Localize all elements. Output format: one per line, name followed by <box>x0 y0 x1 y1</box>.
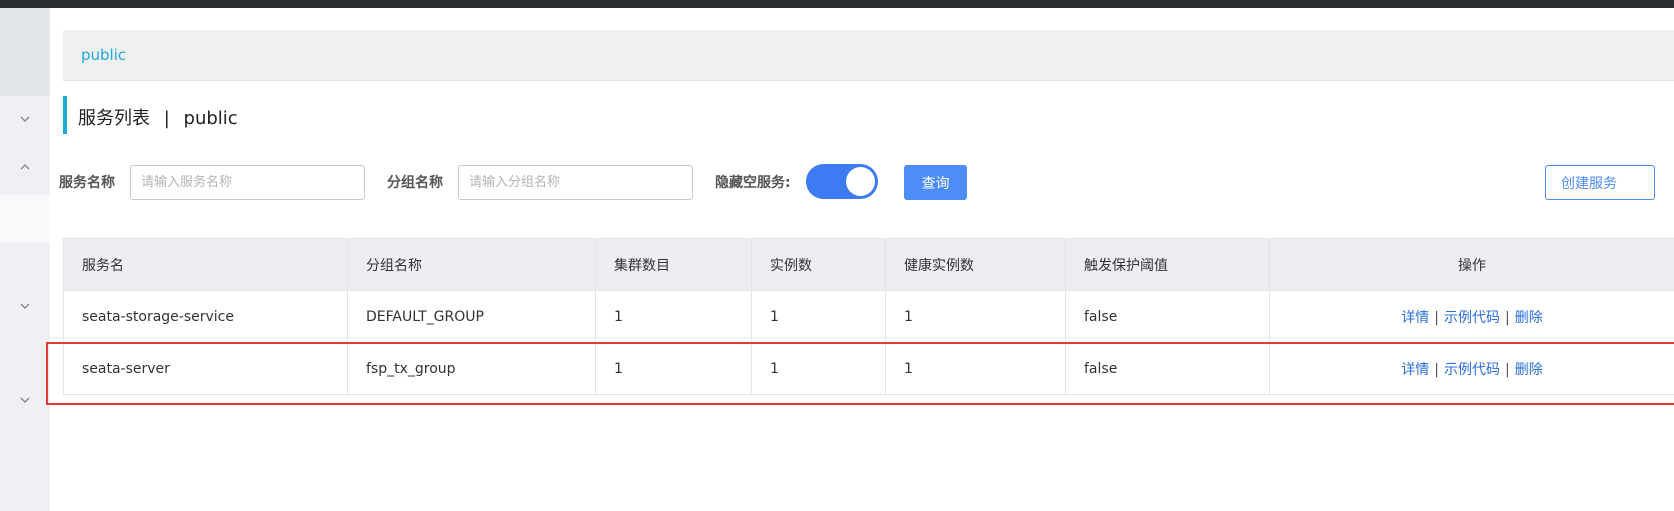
detail-link[interactable]: 详情 <box>1401 362 1429 378</box>
action-separator: | <box>1505 361 1510 378</box>
actions-cell: 详情 | 示例代码 | 删除 <box>1269 342 1674 395</box>
page-title: 服务列表 | public <box>78 104 238 130</box>
protect-threshold-cell: false <box>1065 342 1270 395</box>
chevron-down-icon[interactable] <box>0 107 50 131</box>
service-table: 服务名 分组名称 集群数目 实例数 健康实例数 触发保护阈值 操作 seata-… <box>63 238 1674 395</box>
cluster-count-cell: 1 <box>595 290 752 343</box>
column-header: 实例数 <box>751 238 886 291</box>
sample-code-link[interactable]: 示例代码 <box>1444 310 1500 326</box>
namespace-bar: public <box>63 30 1674 81</box>
protect-threshold-cell: false <box>1065 290 1270 343</box>
action-separator: | <box>1505 309 1510 326</box>
query-button[interactable]: 查询 <box>904 165 967 200</box>
sample-code-link[interactable]: 示例代码 <box>1444 362 1500 378</box>
namespace-tab-public[interactable]: public <box>81 46 126 64</box>
instance-count-cell: 1 <box>751 290 886 343</box>
group-name-cell: DEFAULT_GROUP <box>347 290 596 343</box>
detail-link[interactable]: 详情 <box>1401 310 1429 326</box>
service-name-cell: seata-server <box>63 342 348 395</box>
group-name-label: 分组名称 <box>387 175 443 191</box>
sidebar-header-block <box>0 8 50 96</box>
hide-empty-label: 隐藏空服务: <box>715 175 791 191</box>
toggle-knob <box>846 167 875 196</box>
create-service-button[interactable]: 创建服务 <box>1545 165 1655 200</box>
delete-link[interactable]: 删除 <box>1515 362 1543 378</box>
service-name-input[interactable] <box>130 165 365 200</box>
chevron-down-icon[interactable] <box>0 294 50 318</box>
healthy-instance-cell: 1 <box>885 290 1066 343</box>
action-separator: | <box>1434 309 1439 326</box>
column-header: 健康实例数 <box>885 238 1066 291</box>
table-row: seata-server fsp_tx_group 1 1 1 false 详情… <box>63 342 1674 395</box>
cluster-count-cell: 1 <box>595 342 752 395</box>
column-header: 操作 <box>1269 238 1674 291</box>
top-bar <box>0 0 1674 8</box>
table-header-row: 服务名 分组名称 集群数目 实例数 健康实例数 触发保护阈值 操作 <box>63 238 1674 291</box>
group-name-input[interactable] <box>458 165 693 200</box>
table-row: seata-storage-service DEFAULT_GROUP 1 1 … <box>63 290 1674 343</box>
chevron-down-icon[interactable] <box>0 388 50 412</box>
column-header: 服务名 <box>63 238 348 291</box>
actions-cell: 详情 | 示例代码 | 删除 <box>1269 290 1674 343</box>
hide-empty-toggle[interactable] <box>806 164 878 199</box>
sidebar <box>0 8 50 511</box>
healthy-instance-cell: 1 <box>885 342 1066 395</box>
main-content: public 服务列表 | public 服务名称 分组名称 隐藏空服务: 查询… <box>46 8 1674 511</box>
column-header: 集群数目 <box>595 238 752 291</box>
title-accent-bar <box>63 96 67 134</box>
column-header: 触发保护阈值 <box>1065 238 1270 291</box>
column-header: 分组名称 <box>347 238 596 291</box>
group-name-cell: fsp_tx_group <box>347 342 596 395</box>
page-title-separator: | <box>163 108 170 129</box>
service-name-cell: seata-storage-service <box>63 290 348 343</box>
sidebar-selected-item[interactable] <box>0 195 50 243</box>
chevron-up-icon[interactable] <box>0 155 50 179</box>
delete-link[interactable]: 删除 <box>1515 310 1543 326</box>
page-title-text: 服务列表 <box>78 108 150 129</box>
instance-count-cell: 1 <box>751 342 886 395</box>
page-title-namespace: public <box>183 108 238 129</box>
service-name-label: 服务名称 <box>59 175 115 191</box>
action-separator: | <box>1434 361 1439 378</box>
